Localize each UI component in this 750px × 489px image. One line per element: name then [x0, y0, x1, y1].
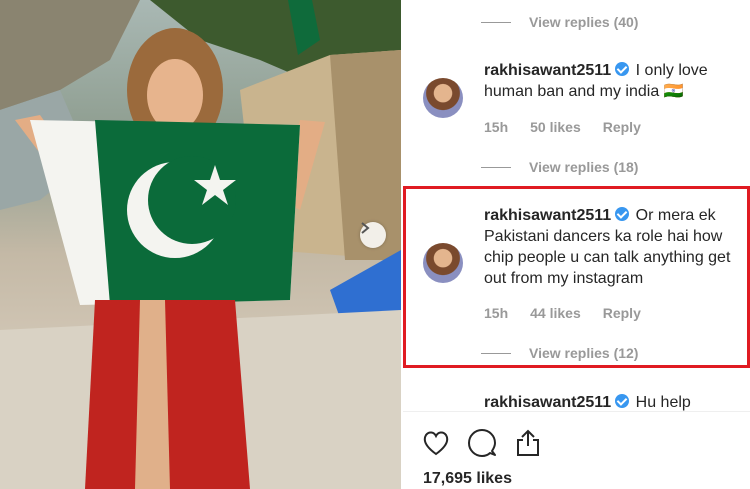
- comments-panel: View replies (40) rakhisawant2511 I only…: [403, 0, 750, 489]
- next-image-button[interactable]: [360, 222, 386, 248]
- action-bar: 17,695 likes: [403, 411, 750, 487]
- comment-username[interactable]: rakhisawant2511: [484, 394, 611, 411]
- comment-username[interactable]: rakhisawant2511: [484, 207, 611, 224]
- view-replies-button[interactable]: View replies (40): [481, 14, 638, 30]
- heart-icon[interactable]: [421, 428, 451, 458]
- view-replies-button[interactable]: View replies (18): [481, 159, 638, 175]
- post-photo: [0, 0, 401, 489]
- divider-dash: [481, 352, 511, 354]
- comment-body: rakhisawant2511 Or mera ek Pakistani dan…: [484, 205, 739, 289]
- comment-likes[interactable]: 50 likes: [530, 119, 581, 135]
- comment-meta: 15h 50 likes Reply: [484, 119, 663, 135]
- face: [147, 59, 203, 131]
- avatar[interactable]: [423, 78, 463, 118]
- photo-illustration: [0, 0, 401, 489]
- comment-username[interactable]: rakhisawant2511: [484, 62, 611, 79]
- comment-time: 15h: [484, 119, 509, 135]
- avatar[interactable]: [423, 243, 463, 283]
- share-icon[interactable]: [513, 428, 543, 458]
- verified-badge-icon: [615, 62, 630, 76]
- divider-dash: [481, 166, 511, 168]
- verified-badge-icon: [615, 394, 630, 408]
- view-replies-label: View replies (12): [529, 345, 639, 361]
- view-replies-label: View replies (18): [529, 159, 639, 175]
- reply-button[interactable]: Reply: [603, 119, 641, 135]
- action-icons: [421, 428, 559, 458]
- verified-badge-icon: [615, 207, 630, 221]
- view-replies-button[interactable]: View replies (12): [481, 345, 638, 361]
- chevron-right-icon: [361, 222, 370, 234]
- comment-time: 15h: [484, 305, 509, 321]
- comment-icon[interactable]: [467, 428, 497, 458]
- comment-likes[interactable]: 44 likes: [530, 305, 581, 321]
- comment-meta: 15h 44 likes Reply: [484, 305, 663, 321]
- view-replies-label: View replies (40): [529, 14, 639, 30]
- rock-slope: [0, 0, 140, 110]
- comment-body: rakhisawant2511 Hu help: [484, 392, 739, 413]
- leg: [135, 300, 170, 489]
- likes-count[interactable]: 17,695 likes: [423, 470, 512, 488]
- comment-text: Hu help: [635, 394, 691, 411]
- blue-tarp: [330, 250, 401, 320]
- comment-body: rakhisawant2511 I only love human ban an…: [484, 60, 739, 102]
- divider-dash: [481, 21, 511, 23]
- reply-button[interactable]: Reply: [603, 305, 641, 321]
